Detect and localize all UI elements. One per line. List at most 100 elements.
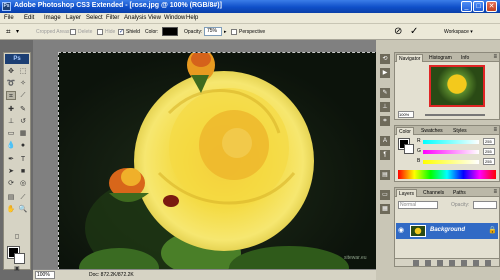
menu-edit[interactable]: Edit [24,15,34,21]
background-color-swatch[interactable] [14,253,25,264]
eyedropper-tool-icon[interactable]: ⟋ [18,193,28,202]
new-layer-icon[interactable] [473,260,479,266]
blur-tool-icon[interactable]: 💧 [6,141,16,150]
pen-tool-icon[interactable]: ✒ [6,155,16,164]
paragraph-panel-icon[interactable]: ¶ [380,150,390,160]
measurement-panel-icon[interactable]: ▭ [380,190,390,200]
healing-brush-tool-icon[interactable]: ✚ [6,105,16,114]
minimize-button[interactable]: _ [461,1,472,12]
blue-value-field[interactable]: 255 [483,158,495,165]
blend-mode-select[interactable]: Normal [398,201,438,209]
green-value-field[interactable]: 255 [483,148,495,155]
slice-tool-icon[interactable]: ⟋ [18,91,28,100]
new-group-icon[interactable] [461,260,467,266]
menu-help[interactable]: Help [186,15,198,21]
screen-mode-icon[interactable]: ▣ [12,265,22,274]
tab-swatches[interactable]: Swatches [419,127,445,135]
delete-radio[interactable] [70,29,76,35]
panel-menu-icon[interactable]: ≡ [493,127,497,133]
3d-rotate-tool-icon[interactable]: ⟳ [6,179,16,188]
menu-image[interactable]: Image [44,15,61,21]
zoom-tool-icon[interactable]: 🔍 [18,205,28,214]
history-brush-tool-icon[interactable]: ↺ [18,117,28,126]
tab-paths[interactable]: Paths [451,189,468,197]
clone-source-panel-icon[interactable]: ⊥ [380,102,390,112]
layer-comps-panel-icon[interactable]: ▤ [380,170,390,180]
gradient-tool-icon[interactable]: ▦ [18,129,28,138]
navigator-zoom-field[interactable]: 100% [398,111,414,118]
commit-icon[interactable]: ✓ [410,26,418,37]
layer-style-icon[interactable] [425,260,431,266]
history-panel-icon[interactable]: ⟲ [380,54,390,64]
tab-channels[interactable]: Channels [421,189,446,197]
tab-layers[interactable]: Layers [396,189,418,197]
tab-navigator[interactable]: Navigator [396,54,424,62]
shield-color-swatch[interactable] [162,27,178,36]
menu-window[interactable]: Window [164,15,185,21]
3d-orbit-tool-icon[interactable]: ◎ [18,179,28,188]
red-slider[interactable] [423,140,479,144]
hide-radio[interactable] [97,29,103,35]
layer-opacity-field[interactable] [473,201,497,209]
menu-filter[interactable]: Filter [106,15,119,21]
layer-mask-icon[interactable] [437,260,443,266]
opacity-field[interactable]: 75% [204,27,222,36]
tab-info[interactable]: Info [459,54,471,62]
maximize-button[interactable]: □ [473,1,484,12]
shield-checkbox[interactable] [118,28,124,35]
quick-mask-icon[interactable]: ◻ [12,233,22,242]
hand-tool-icon[interactable]: ✋ [6,205,16,214]
character-panel-icon[interactable]: A [380,136,390,146]
dodge-tool-icon[interactable]: ● [18,141,28,150]
cancel-icon[interactable]: ⊘ [394,26,402,37]
trash-icon[interactable] [485,260,491,266]
clone-stamp-tool-icon[interactable]: ⊥ [6,117,16,126]
panel-menu-icon[interactable]: ≡ [493,54,497,60]
lasso-tool-icon[interactable]: ➰ [6,79,16,88]
adjustment-layer-icon[interactable] [449,260,455,266]
move-tool-icon[interactable]: ✥ [6,67,16,76]
navigator-thumbnail[interactable] [429,65,485,107]
crop-tool-icon[interactable]: ⌗ [6,91,16,100]
notes-tool-icon[interactable]: ▤ [6,193,16,202]
crop-tool-icon[interactable]: ⌗ [6,27,11,37]
brushes-panel-icon[interactable]: ✎ [380,88,390,98]
tool-presets-panel-icon[interactable]: ⌗ [380,116,390,126]
perspective-checkbox[interactable] [231,29,237,35]
magic-wand-tool-icon[interactable]: ✧ [18,79,28,88]
tab-histogram[interactable]: Histogram [427,54,454,62]
menu-file[interactable]: File [4,15,14,21]
hide-label: Hide [105,29,116,35]
type-tool-icon[interactable]: T [18,155,28,164]
menu-select[interactable]: Select [86,15,103,21]
marquee-tool-icon[interactable]: ⬚ [18,67,28,76]
panel-menu-icon[interactable]: ≡ [493,189,497,195]
visibility-eye-icon[interactable]: ◉ [398,227,406,235]
red-value-field[interactable]: 255 [483,138,495,145]
path-selection-tool-icon[interactable]: ➤ [6,167,16,176]
tab-color[interactable]: Color [396,127,414,135]
navigator-zoom-slider[interactable] [425,114,485,116]
workspace-button[interactable]: Workspace ▾ [444,29,473,35]
close-button[interactable]: ✕ [486,1,497,12]
blue-slider[interactable] [423,160,479,164]
zoom-field[interactable]: 100% [35,271,55,279]
image-canvas[interactable] [58,52,380,280]
green-slider[interactable] [423,150,479,154]
animation-panel-icon[interactable]: ▦ [380,204,390,214]
actions-panel-icon[interactable]: ▶ [380,68,390,78]
opacity-dropdown-icon[interactable]: ▸ [224,29,227,35]
brush-tool-icon[interactable]: ✎ [18,105,28,114]
eraser-tool-icon[interactable]: ▭ [6,129,16,138]
menu-layer[interactable]: Layer [66,15,81,21]
tab-styles[interactable]: Styles [451,127,469,135]
shape-tool-icon[interactable]: ■ [18,167,28,176]
link-layers-icon[interactable] [413,260,419,266]
color-background-swatch[interactable] [404,144,414,154]
tool-preset-dropdown-icon[interactable]: ▾ [16,28,19,35]
menu-view[interactable]: View [148,15,161,21]
menu-analysis[interactable]: Analysis [124,15,146,21]
document-window [33,40,380,280]
layer-row-background[interactable]: ◉ Background 🔒 [396,223,498,239]
color-spectrum-bar[interactable] [398,170,496,179]
